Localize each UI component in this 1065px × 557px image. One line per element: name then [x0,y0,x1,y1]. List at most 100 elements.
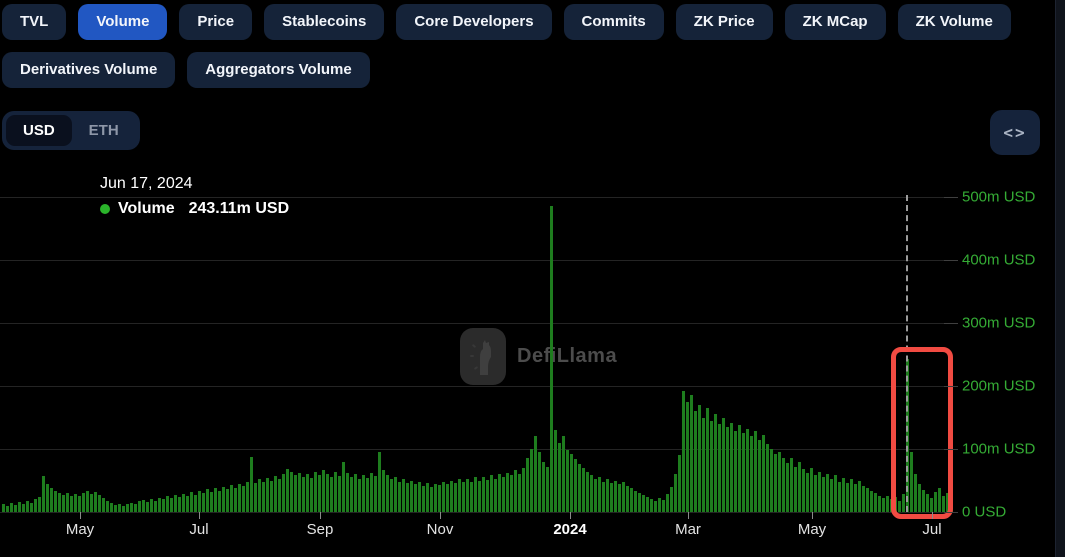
volume-bar[interactable] [654,501,657,512]
volume-bar[interactable] [718,424,721,512]
tab-stablecoins[interactable]: Stablecoins [264,4,384,40]
volume-bar[interactable] [470,482,473,512]
volume-bar[interactable] [578,464,581,512]
volume-bar[interactable] [354,474,357,512]
volume-bar[interactable] [586,472,589,512]
volume-bar[interactable] [538,452,541,512]
volume-bars[interactable] [2,170,954,512]
volume-bar[interactable] [394,477,397,512]
volume-chart[interactable]: DefiLlama MayJulSepNov2024MarMayJul 500m… [0,170,1065,557]
volume-bar[interactable] [650,499,653,512]
volume-bar[interactable] [14,505,17,512]
volume-bar[interactable] [430,487,433,512]
volume-bar[interactable] [110,503,113,512]
volume-bar[interactable] [330,477,333,512]
volume-bar[interactable] [798,462,801,512]
volume-bar[interactable] [694,411,697,512]
volume-bar[interactable] [886,496,889,512]
volume-bar[interactable] [94,492,97,512]
tab-aggregators-volume[interactable]: Aggregators Volume [187,52,369,88]
volume-bar[interactable] [42,476,45,512]
volume-bar[interactable] [490,475,493,512]
volume-bar[interactable] [414,484,417,512]
volume-bar[interactable] [358,479,361,512]
volume-bar[interactable] [298,473,301,512]
currency-option-eth[interactable]: ETH [72,115,136,146]
volume-bar[interactable] [226,489,229,512]
volume-bar[interactable] [242,486,245,512]
volume-bar[interactable] [466,479,469,512]
volume-bar[interactable] [150,499,153,512]
volume-bar[interactable] [378,452,381,512]
tab-commits[interactable]: Commits [564,4,664,40]
volume-bar[interactable] [518,474,521,512]
volume-bar[interactable] [478,481,481,513]
volume-bar[interactable] [402,479,405,512]
volume-bar[interactable] [622,482,625,512]
volume-bar[interactable] [530,449,533,512]
volume-bar[interactable] [506,473,509,512]
volume-bar[interactable] [434,484,437,512]
volume-bar[interactable] [758,440,761,512]
volume-bar[interactable] [710,421,713,512]
volume-bar[interactable] [666,494,669,512]
volume-bar[interactable] [594,479,597,512]
volume-bar[interactable] [194,495,197,512]
volume-bar[interactable] [326,474,329,512]
volume-bar[interactable] [630,488,633,512]
volume-bar[interactable] [454,483,457,512]
volume-bar[interactable] [38,497,41,512]
tab-volume[interactable]: Volume [78,4,167,40]
volume-bar[interactable] [850,479,853,512]
tab-price[interactable]: Price [179,4,252,40]
volume-bar[interactable] [390,479,393,512]
volume-bar[interactable] [574,459,577,512]
volume-bar[interactable] [738,425,741,512]
volume-bar[interactable] [610,483,613,512]
volume-bar[interactable] [22,504,25,512]
volume-bar[interactable] [794,467,797,512]
volume-bar[interactable] [86,491,89,512]
volume-bar[interactable] [550,206,553,512]
tab-tvl[interactable]: TVL [2,4,66,40]
volume-bar[interactable] [566,450,569,512]
volume-bar[interactable] [166,496,169,512]
volume-bar[interactable] [178,497,181,512]
volume-bar[interactable] [730,423,733,512]
volume-bar[interactable] [234,488,237,512]
volume-bar[interactable] [126,504,129,512]
volume-bar[interactable] [722,418,725,513]
volume-bar[interactable] [754,431,757,512]
volume-bar[interactable] [562,436,565,512]
volume-bar[interactable] [114,505,117,512]
volume-bar[interactable] [698,405,701,512]
volume-bar[interactable] [302,477,305,512]
volume-bar[interactable] [734,431,737,512]
volume-bar[interactable] [102,498,105,512]
volume-bar[interactable] [866,488,869,512]
tab-zk-mcap[interactable]: ZK MCap [785,4,886,40]
volume-bar[interactable] [534,436,537,512]
volume-bar[interactable] [818,472,821,512]
volume-bar[interactable] [514,470,517,512]
volume-bar[interactable] [870,491,873,512]
tab-derivatives-volume[interactable]: Derivatives Volume [2,52,175,88]
volume-bar[interactable] [746,429,749,512]
volume-bar[interactable] [362,475,365,512]
volume-bar[interactable] [62,495,65,512]
volume-bar[interactable] [726,427,729,512]
volume-bar[interactable] [590,475,593,512]
volume-bar[interactable] [702,418,705,513]
volume-bar[interactable] [158,498,161,512]
volume-bar[interactable] [542,462,545,512]
volume-bar[interactable] [762,435,765,512]
volume-bar[interactable] [350,477,353,512]
tab-core-developers[interactable]: Core Developers [396,4,551,40]
volume-bar[interactable] [18,502,21,512]
volume-bar[interactable] [438,485,441,512]
tab-zk-volume[interactable]: ZK Volume [898,4,1011,40]
volume-bar[interactable] [374,476,377,512]
volume-bar[interactable] [486,480,489,512]
volume-bar[interactable] [510,475,513,512]
volume-bar[interactable] [338,476,341,512]
